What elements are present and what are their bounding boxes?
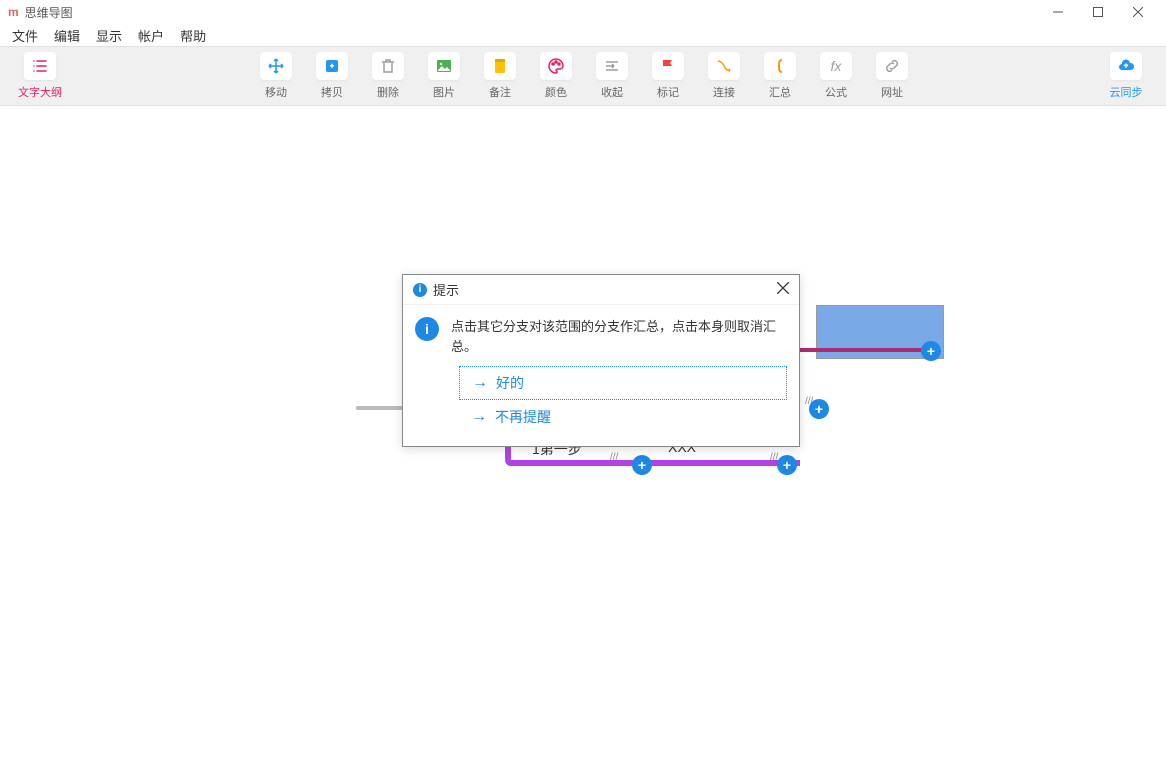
outline-button[interactable]: 文字大纲 xyxy=(16,52,64,100)
flag-label: 标记 xyxy=(657,84,679,100)
arrow-right-icon: → xyxy=(471,408,487,426)
note-label: 备注 xyxy=(489,84,511,100)
color-button[interactable]: 颜色 xyxy=(532,52,580,100)
flag-button[interactable]: 标记 xyxy=(644,52,692,100)
move-icon xyxy=(260,52,292,80)
app-icon: m xyxy=(8,5,19,19)
close-icon xyxy=(777,282,789,294)
add-child-button[interactable]: + xyxy=(632,455,652,475)
trash-icon xyxy=(372,52,404,80)
minimize-icon xyxy=(1053,7,1063,17)
list-icon xyxy=(24,52,56,80)
dont-remind-button[interactable]: → 不再提醒 xyxy=(459,400,787,434)
hint-dialog: i 提示 i 点击其它分支对该范围的分支作汇总，点击本身则取消汇总。 → 好的 … xyxy=(402,274,800,447)
image-icon xyxy=(428,52,460,80)
flag-icon xyxy=(652,52,684,80)
summary-label: 汇总 xyxy=(769,84,791,100)
palette-icon xyxy=(540,52,572,80)
formula-label: 公式 xyxy=(825,84,847,100)
formula-button[interactable]: fx 公式 xyxy=(812,52,860,100)
branch-edge-pink xyxy=(790,348,940,352)
link-label: 连接 xyxy=(713,84,735,100)
info-icon: i xyxy=(415,317,439,341)
note-button[interactable]: 备注 xyxy=(476,52,524,100)
add-child-button[interactable]: + xyxy=(777,455,797,475)
link-button[interactable]: 连接 xyxy=(700,52,748,100)
node-handle[interactable]: /// xyxy=(610,452,618,463)
ok-label: 好的 xyxy=(496,373,524,393)
menu-edit[interactable]: 编辑 xyxy=(46,24,88,47)
summary-button[interactable]: 汇总 xyxy=(756,52,804,100)
close-button[interactable] xyxy=(1118,0,1158,24)
add-child-button[interactable]: + xyxy=(921,341,941,361)
outline-label: 文字大纲 xyxy=(18,84,62,100)
move-button[interactable]: 移动 xyxy=(252,52,300,100)
image-label: 图片 xyxy=(433,84,455,100)
cloud-label: 云同步 xyxy=(1110,84,1143,100)
toolbar: 文字大纲 移动 拷贝 删除 图片 备注 颜色 xyxy=(0,46,1166,106)
image-button[interactable]: 图片 xyxy=(420,52,468,100)
mindmap-canvas[interactable]: + /// + 1第一步 XXX /// + /// + i 提示 i 点击其它… xyxy=(0,106,1166,757)
menu-view[interactable]: 显示 xyxy=(88,24,130,47)
dialog-title: 提示 xyxy=(433,280,459,299)
add-child-button[interactable]: + xyxy=(809,399,829,419)
summary-icon xyxy=(764,52,796,80)
copy-label: 拷贝 xyxy=(321,84,343,100)
ok-button[interactable]: → 好的 xyxy=(459,366,787,400)
arrow-right-icon: → xyxy=(472,374,488,392)
close-icon xyxy=(1133,7,1143,17)
cloud-icon xyxy=(1110,52,1142,80)
formula-icon: fx xyxy=(820,52,852,80)
copy-button[interactable]: 拷贝 xyxy=(308,52,356,100)
menu-help[interactable]: 帮助 xyxy=(172,24,214,47)
delete-button[interactable]: 删除 xyxy=(364,52,412,100)
note-icon xyxy=(484,52,516,80)
dialog-close-button[interactable] xyxy=(777,281,789,299)
delete-label: 删除 xyxy=(377,84,399,100)
move-label: 移动 xyxy=(265,84,287,100)
menu-bar: 文件 编辑 显示 帐户 帮助 xyxy=(0,24,1166,46)
url-label: 网址 xyxy=(881,84,903,100)
info-icon: i xyxy=(413,283,427,297)
url-button[interactable]: 网址 xyxy=(868,52,916,100)
link-icon xyxy=(708,52,740,80)
dialog-header: i 提示 xyxy=(403,275,799,305)
title-bar: m 思维导图 xyxy=(0,0,1166,24)
collapse-button[interactable]: 收起 xyxy=(588,52,636,100)
maximize-icon xyxy=(1093,7,1103,17)
color-label: 颜色 xyxy=(545,84,567,100)
collapse-icon xyxy=(596,52,628,80)
dont-remind-label: 不再提醒 xyxy=(495,407,551,427)
collapse-label: 收起 xyxy=(601,84,623,100)
url-icon xyxy=(876,52,908,80)
minimize-button[interactable] xyxy=(1038,0,1078,24)
window-title: 思维导图 xyxy=(25,4,73,21)
copy-icon xyxy=(316,52,348,80)
dialog-message: 点击其它分支对该范围的分支作汇总，点击本身则取消汇总。 xyxy=(451,317,787,356)
maximize-button[interactable] xyxy=(1078,0,1118,24)
dialog-body: i 点击其它分支对该范围的分支作汇总，点击本身则取消汇总。 → 好的 → 不再提… xyxy=(403,305,799,446)
cloud-sync-button[interactable]: 云同步 xyxy=(1102,52,1150,100)
menu-account[interactable]: 帐户 xyxy=(130,24,172,47)
menu-file[interactable]: 文件 xyxy=(4,24,46,47)
